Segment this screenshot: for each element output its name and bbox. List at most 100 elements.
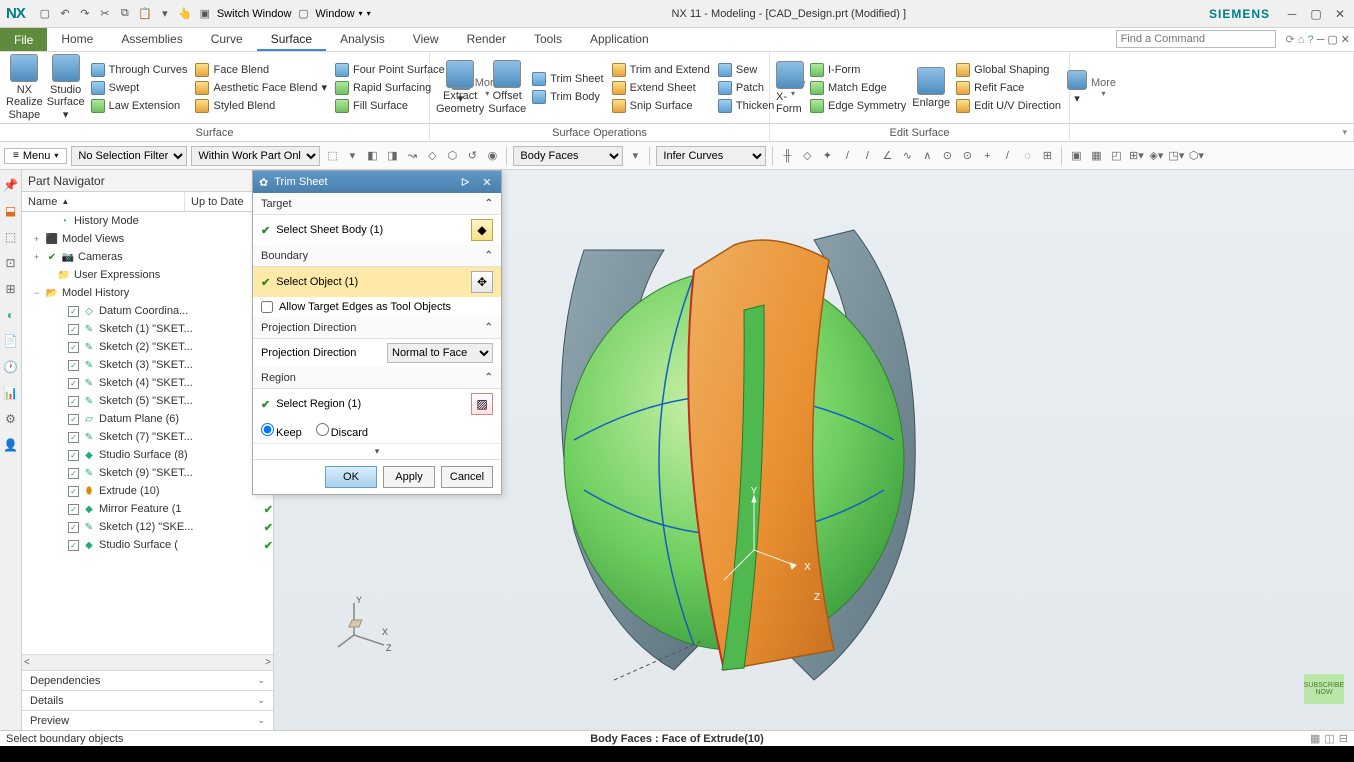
extend-sheet-button[interactable]: Extend Sheet [610,80,712,96]
i-form-button[interactable]: I-Form [808,62,908,78]
styled-blend-button[interactable]: Styled Blend [193,98,328,114]
nav-dependencies[interactable]: Dependencies⌄ [22,670,273,690]
restore-icon[interactable]: ⟳ [1286,33,1295,46]
allow-target-edges-row[interactable]: Allow Target Edges as Tool Objects [253,297,501,317]
nav-details[interactable]: Details⌄ [22,690,273,710]
status-icon-3[interactable]: ⊟ [1339,732,1348,745]
window-label[interactable]: Window [315,8,354,20]
redo-icon[interactable]: ↷ [77,6,93,22]
tree-item[interactable]: ✓✎Sketch (7) "SKET...✔ [22,428,273,446]
rail-pin-icon[interactable]: 📌 [2,176,20,194]
save-icon[interactable]: ▢ [37,6,53,22]
projection-direction-select[interactable]: Normal to Face [387,343,493,363]
paste-icon[interactable]: 📋 [137,6,153,22]
ok-button[interactable]: OK [325,466,377,488]
nav-preview[interactable]: Preview⌄ [22,710,273,730]
sel-tool-7-icon[interactable]: ⬡ [444,148,460,164]
tab-home[interactable]: Home [47,28,107,51]
trim-sheet-button[interactable]: Trim Sheet [530,71,605,87]
aesthetic-face-blend-button[interactable]: Aesthetic Face Blend ▾ [193,80,328,96]
mdi-close-icon[interactable]: ✕ [1341,33,1350,46]
snap-12-icon[interactable]: / [999,148,1015,164]
tab-render[interactable]: Render [453,28,520,51]
rail-navigator-icon[interactable]: ⬓ [2,202,20,220]
target-section-header[interactable]: Target⌃ [253,193,501,215]
tab-curve[interactable]: Curve [197,28,257,51]
face-blend-button[interactable]: Face Blend [193,62,328,78]
view-5-icon[interactable]: ◈▾ [1148,148,1164,164]
snap-2-icon[interactable]: ◇ [799,148,815,164]
thicken-button[interactable]: Thicken [716,98,777,114]
dialog-close-icon[interactable]: ✕ [479,174,495,190]
edge-symmetry-button[interactable]: Edge Symmetry [808,98,908,114]
region-section-header[interactable]: Region⌃ [253,367,501,389]
tree-cameras[interactable]: +✔📷Cameras [22,248,273,266]
rail-hd3d-icon[interactable]: ◐ [2,306,20,324]
minimize-button[interactable]: ─ [1282,5,1302,23]
tree-history-mode[interactable]: ◔History Mode [22,212,273,230]
rail-system-icon[interactable]: ⚙ [2,410,20,428]
law-extension-button[interactable]: Law Extension [89,98,190,114]
status-icon-1[interactable]: ▦ [1310,732,1320,745]
snip-surface-button[interactable]: Snip Surface [610,98,712,114]
touch-icon[interactable]: 👆 [177,6,193,22]
sel-tool-3-icon[interactable]: ◧ [364,148,380,164]
window-icon[interactable]: ▢ [295,6,311,22]
sew-button[interactable]: Sew [716,62,777,78]
face-rule-select[interactable]: Body Faces [513,146,623,166]
keep-radio[interactable] [261,423,274,436]
studio-surface-button[interactable]: StudioSurface ▾ [47,54,85,120]
undo-icon[interactable]: ↶ [57,6,73,22]
select-sheet-body-button[interactable]: ◆ [471,219,493,241]
home-icon[interactable]: ⌂ [1298,34,1305,46]
snap-5-icon[interactable]: / [859,148,875,164]
snap-11-icon[interactable]: + [979,148,995,164]
projection-section-header[interactable]: Projection Direction⌃ [253,317,501,339]
select-sheet-body-row[interactable]: ✔ Select Sheet Body (1) ◆ [253,215,501,245]
mdi-maximize-icon[interactable]: ▢ [1327,33,1337,46]
view-6-icon[interactable]: ◳▾ [1168,148,1184,164]
select-object-row[interactable]: ✔ Select Object (1) ✥ [253,267,501,297]
offset-surface-button[interactable]: OffsetSurface [488,60,526,114]
refit-face-button[interactable]: Refit Face [954,80,1063,96]
maximize-button[interactable]: ▢ [1306,5,1326,23]
rail-constraint-icon[interactable]: ⊡ [2,254,20,272]
dialog-titlebar[interactable]: ✿ Trim Sheet ᐅ ✕ [253,171,501,193]
sel-tool-4-icon[interactable]: ◨ [384,148,400,164]
patch-button[interactable]: Patch [716,80,777,96]
trim-and-extend-button[interactable]: Trim and Extend [610,62,712,78]
tab-file[interactable]: File [0,28,47,51]
rail-history-icon[interactable]: 🕐 [2,358,20,376]
tab-application[interactable]: Application [576,28,663,51]
tree-user-expressions[interactable]: 📁User Expressions [22,266,273,284]
match-edge-button[interactable]: Match Edge [808,80,908,96]
sel-tool-9-icon[interactable]: ◉ [484,148,500,164]
curve-rule-select[interactable]: Infer Curves [656,146,766,166]
view-1-icon[interactable]: ▣ [1068,148,1084,164]
view-7-icon[interactable]: ⬡▾ [1188,148,1204,164]
tree-item[interactable]: ✓◇Datum Coordina...✔ [22,302,273,320]
tree-item[interactable]: ✓✎Sketch (4) "SKET...✔ [22,374,273,392]
tree-item[interactable]: ✓▱Datum Plane (6)✔ [22,410,273,428]
navigator-tree[interactable]: ◔History Mode +⬛Model Views +✔📷Cameras 📁… [22,212,273,654]
view-3-icon[interactable]: ◰ [1108,148,1124,164]
discard-radio-label[interactable]: Discard [316,423,368,439]
dialog-pin-icon[interactable]: ᐅ [457,174,473,190]
snap-8-icon[interactable]: ∧ [919,148,935,164]
enlarge-button[interactable]: Enlarge [912,67,950,109]
tree-item[interactable]: ✓⬮Extrude (10)✔ [22,482,273,500]
face-tool-icon[interactable]: ▾ [627,148,643,164]
sel-tool-6-icon[interactable]: ◇ [424,148,440,164]
rail-browser-icon[interactable]: 📄 [2,332,20,350]
sel-tool-5-icon[interactable]: ↝ [404,148,420,164]
snap-7-icon[interactable]: ∿ [899,148,915,164]
select-object-button[interactable]: ✥ [471,271,493,293]
selection-filter-select[interactable]: No Selection Filter [71,146,187,166]
snap-9-icon[interactable]: ⊙ [939,148,955,164]
trim-body-button[interactable]: Trim Body [530,89,605,105]
allow-target-edges-checkbox[interactable] [261,301,273,313]
x-form-button[interactable]: X-Form [776,61,804,115]
rail-process-icon[interactable]: 👤 [2,436,20,454]
select-region-button[interactable]: ▨ [471,393,493,415]
sel-tool-1-icon[interactable]: ⬚ [324,148,340,164]
